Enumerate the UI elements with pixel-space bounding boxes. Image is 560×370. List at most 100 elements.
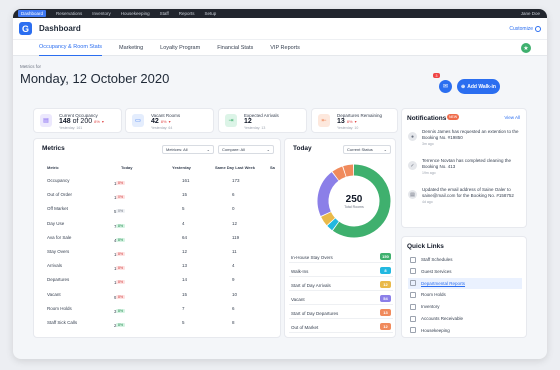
- change-pill: 0%: [116, 195, 126, 200]
- user-name[interactable]: Jane Doe: [521, 11, 540, 16]
- tab-loyalty[interactable]: Loyalty Program: [160, 40, 200, 56]
- quick-link-label: Room Holds: [421, 292, 446, 298]
- mail-icon[interactable]: ✉: [439, 80, 452, 93]
- notification-item[interactable]: ▤ Updated the email address of Saine Oal…: [408, 187, 520, 223]
- quick-link-item[interactable]: Accounts Receivable: [408, 313, 522, 324]
- cell-last-week: 8: [232, 320, 235, 325]
- quick-link-item[interactable]: Room Holds: [408, 289, 522, 300]
- topnav-reservations[interactable]: Reservations: [56, 11, 82, 16]
- legend-row[interactable]: Walk-Ins 8: [289, 265, 393, 277]
- quick-link-item[interactable]: Inventory: [408, 301, 522, 312]
- stat-value: 42 8% ▾: [151, 118, 171, 125]
- metrics-panel: Metrics Metrices: All ⌄ Compare: All ⌄ Met…: [33, 138, 281, 338]
- notifications-title: Notifications: [407, 115, 447, 122]
- notification-message: Updated the email address of Saine Oaler…: [422, 187, 514, 198]
- tab-financial[interactable]: Financial Stats: [217, 40, 253, 56]
- add-walkin-button[interactable]: ⊕ Add Walk-in: [457, 79, 500, 94]
- legend-row[interactable]: Out of Market 12: [289, 321, 393, 333]
- notification-item[interactable]: ● Dennis James has requested an extentio…: [408, 129, 520, 157]
- table-row: Arrivals148%134: [42, 260, 280, 272]
- topnav-setup[interactable]: Setup: [205, 11, 217, 16]
- stat-delta: 8%: [160, 119, 167, 124]
- cell-metric: Off Market: [47, 206, 68, 212]
- change-pill: 8%: [116, 181, 126, 185]
- legend-label: In-House Stay Overs: [291, 255, 333, 260]
- notification-text: Updated the email address of Saine Oaler…: [422, 187, 520, 205]
- cell-yesterday: 12: [182, 249, 188, 254]
- tab-marketing[interactable]: Marketing: [119, 40, 143, 56]
- cell-last-week: 9: [232, 277, 235, 283]
- cell-yesterday: 15: [182, 192, 188, 198]
- guest-icon: [410, 268, 416, 275]
- legend-row[interactable]: In-House Stay Overs 150: [289, 251, 393, 263]
- app-logo: G: [19, 22, 32, 35]
- change-pill: 8%: [116, 294, 126, 299]
- quick-link-item[interactable]: Staff Schedules: [408, 254, 522, 265]
- legend-row[interactable]: Start of Day Arrivals 12: [289, 279, 393, 291]
- change-pill: 8%: [116, 308, 126, 313]
- view-all-link[interactable]: View All: [504, 115, 520, 120]
- stat-sub: Yesterday: 161: [59, 126, 83, 130]
- cell-metric: Ava for Sale: [47, 234, 72, 240]
- cell-metric: Departures: [47, 277, 70, 283]
- cell-yesterday: 64: [182, 234, 188, 240]
- star-icon[interactable]: ★: [521, 43, 531, 53]
- notification-text: Dennis James has requested an extention …: [422, 129, 520, 147]
- stat-sub: Yesterday: 13: [244, 126, 266, 130]
- quick-link-item[interactable]: Departmental Reports: [408, 277, 522, 289]
- check-icon: ✓: [408, 161, 417, 170]
- mail-badge: 3: [433, 73, 440, 78]
- stat-number: 13: [337, 118, 345, 125]
- stat-value: 12: [244, 118, 252, 125]
- stat-of: of 200: [72, 118, 93, 125]
- notification-time: 3m ago: [422, 142, 434, 146]
- topnav-staff[interactable]: Staff: [160, 11, 169, 16]
- topnav-dashboard[interactable]: Dashboard: [18, 10, 47, 17]
- cell-metric: Vacant: [47, 291, 61, 297]
- notification-text: Terrence Novtan has completed cleaning t…: [422, 158, 520, 176]
- stat-card-occupancy[interactable]: ▤ Current Occupancy 148 of 200 8% ▾ Yester…: [33, 108, 122, 133]
- quick-link-item[interactable]: Housekeeping: [408, 325, 522, 336]
- metrics-title: Metrics: [42, 145, 65, 152]
- compare-select[interactable]: Compare: All ⌄: [218, 145, 274, 154]
- tab-vip[interactable]: VIP Reports: [270, 40, 300, 56]
- cell-metric: Room Holds: [47, 305, 72, 311]
- hold-icon: [410, 291, 416, 298]
- stat-card-arrivals[interactable]: ⇥ Expected Arrivals 12 Yesterday: 13: [218, 108, 307, 133]
- col-sa: Sa: [270, 165, 275, 170]
- col-metric: Metric: [47, 165, 59, 170]
- table-row: Room Holds38%76: [42, 303, 280, 315]
- legend-label: Start of Day Departures: [291, 311, 339, 316]
- customize-button[interactable]: Customize: [509, 25, 541, 32]
- quick-link-item[interactable]: Guest Services: [408, 266, 522, 277]
- cell-last-week: 0: [232, 206, 235, 212]
- legend-row[interactable]: Vacant 54: [289, 293, 393, 305]
- tab-occupancy[interactable]: Occupancy & Room Stats: [39, 40, 102, 56]
- topnav-inventory[interactable]: Inventory: [92, 11, 111, 16]
- stat-card-vacant[interactable]: ▭ Vacant Rooms 42 8% ▾ Yesterday: 64: [125, 108, 214, 133]
- cell-yesterday: 15: [182, 291, 188, 297]
- chevron-down-icon: ⌄: [383, 147, 387, 152]
- table-row: Departures158%149: [42, 274, 280, 286]
- topnav-housekeeping[interactable]: Housekeeping: [121, 11, 150, 16]
- change-pill: 8%: [116, 252, 126, 256]
- notification-item[interactable]: ✓ Terrence Novtan has completed cleaning…: [408, 158, 520, 186]
- status-select[interactable]: Current Status ⌄: [343, 145, 391, 154]
- cell-yesterday: 5: [182, 320, 185, 325]
- stat-card-departures[interactable]: ⇤ Departures Remaining 13 8% ▾ Yesterday: …: [311, 108, 398, 133]
- table-row: Ava for Sale428%64119: [42, 232, 280, 244]
- change-pill: 0%: [116, 209, 126, 214]
- quick-link-label: Accounts Receivable: [421, 316, 464, 321]
- clipboard-icon: ▤: [40, 114, 52, 127]
- compare-value: Compare: All: [222, 147, 245, 152]
- stat-value: 13 8% ▾: [337, 118, 357, 125]
- topnav-reports[interactable]: Reports: [179, 11, 195, 16]
- legend-value: 8: [380, 267, 391, 274]
- legend-row[interactable]: Start of Day Departures 13: [289, 307, 393, 319]
- stat-value: 148 of 200 8% ▾: [59, 118, 104, 125]
- legend-value: 54: [380, 295, 391, 302]
- change-pill: 8%: [116, 266, 126, 271]
- table-row: Staff Sick Calls28%58: [42, 317, 280, 329]
- stat-number: 12: [244, 118, 252, 125]
- metrics-filter-select[interactable]: Metrices: All ⌄: [162, 145, 214, 154]
